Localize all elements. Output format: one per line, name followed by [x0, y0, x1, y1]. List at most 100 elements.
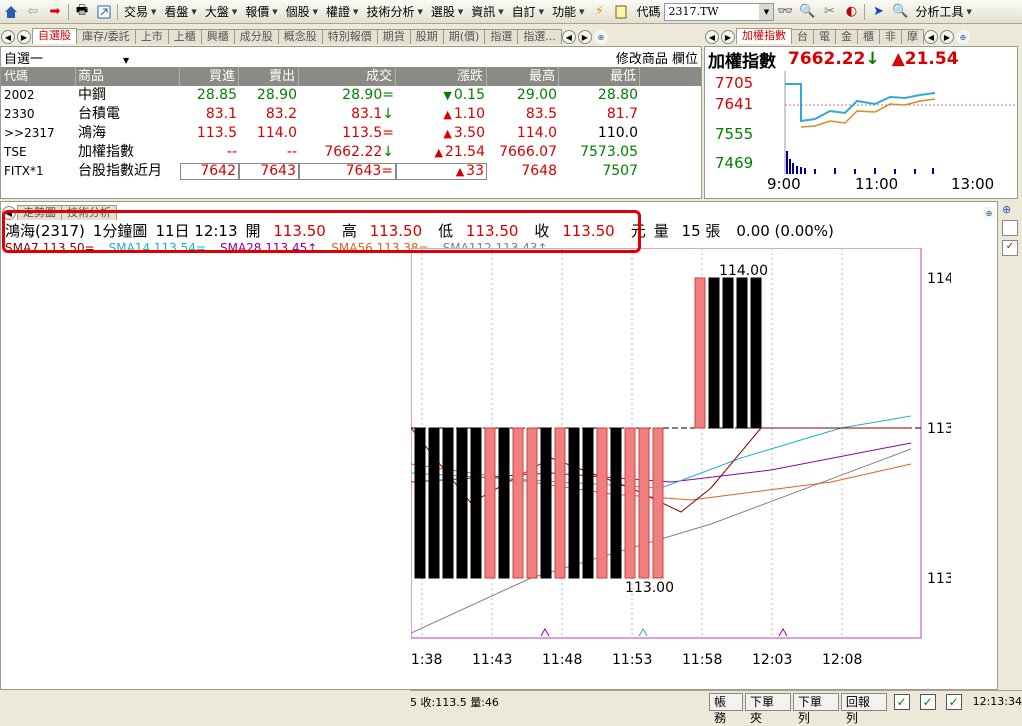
check-icon[interactable]: ✓ — [893, 693, 910, 710]
table-row[interactable]: >>2317 鴻海 113.5 114.0 113.5= ▲ 3.50 114.0 110.0 — [1, 124, 701, 143]
symbol-input[interactable]: 2317.TW ▼ — [664, 2, 775, 21]
table-row[interactable]: FITX*1 台股指數近月 7642 7643 7643= ▲ 33 7648 7507 — [1, 162, 701, 181]
panel-toggle-icon[interactable] — [1002, 220, 1018, 236]
tab-stock-futures[interactable]: 股期 — [409, 29, 444, 44]
menu-info[interactable]: 資訊 ▼ — [467, 2, 507, 22]
lightning-icon[interactable]: ⚡ — [589, 2, 609, 22]
menu-warrant[interactable]: 權證 ▼ — [322, 2, 362, 22]
analysis-icon[interactable]: 🔍 — [890, 2, 910, 22]
table-row[interactable]: 2330 台積電 83.1 83.2 83.1↓ ▲ 1.10 83.5 81.7 — [1, 105, 701, 124]
cursor-icon[interactable]: ➤ — [868, 2, 888, 22]
menu-screener[interactable]: 選股 ▼ — [427, 2, 467, 22]
column-header[interactable]: 買進 — [180, 67, 239, 86]
notepad-icon[interactable] — [611, 2, 631, 22]
cell-low: 110.0 — [597, 125, 638, 141]
menu-label: 交易 — [124, 5, 149, 19]
tab-special-quote[interactable]: 特別報價 — [321, 29, 378, 44]
print-icon[interactable]: 🖶 — [72, 2, 92, 22]
chart-icon[interactable]: ◐ — [841, 2, 861, 22]
column-header[interactable]: 成交 — [299, 67, 396, 86]
menu-analysis-tools[interactable]: 分析工具 ▼ — [911, 2, 975, 22]
menu-quote[interactable]: 報價 ▼ — [241, 2, 281, 22]
menu-stock[interactable]: 個股 ▼ — [282, 2, 322, 22]
tab-tw[interactable]: 台 — [791, 29, 814, 44]
tab-otc[interactable]: 上櫃 — [167, 29, 202, 44]
candle-bar — [498, 427, 510, 579]
menu-market[interactable]: 大盤 ▼ — [201, 2, 241, 22]
zoom-icon[interactable]: ⊕ — [982, 206, 996, 220]
open-window-icon[interactable] — [94, 2, 114, 22]
tab-inventory[interactable]: 庫存/委託 — [76, 29, 136, 44]
list-selector[interactable]: 自選一 ▼ — [4, 48, 129, 67]
tab-taiex[interactable]: 加權指數 — [736, 28, 792, 44]
tab-watchlist[interactable]: 自選股 — [32, 28, 77, 44]
tab-finance[interactable]: 金 — [835, 29, 858, 44]
tab-index-options[interactable]: 指選 — [484, 29, 519, 44]
home-icon[interactable] — [1, 2, 21, 22]
menu-watch[interactable]: 看盤 ▼ — [160, 2, 200, 22]
menu-custom[interactable]: 自訂 ▼ — [508, 2, 548, 22]
cell-bid: 7642 — [180, 163, 239, 180]
last-value: 28.90 — [342, 87, 383, 103]
back-arrow-icon[interactable]: ⇦ — [23, 2, 43, 22]
check-icon[interactable]: ✓ — [1002, 240, 1018, 256]
x-tick-label: 11:58 — [682, 652, 722, 668]
order-folder-button[interactable]: 下單夾 — [745, 692, 791, 725]
menu-trade[interactable]: 交易 ▼ — [120, 2, 160, 22]
table-row[interactable]: 2002 中鋼 28.85 28.90 28.90= ▼ 0.15 29.00 28.80 — [1, 86, 701, 105]
tab-concept[interactable]: 概念股 — [277, 29, 323, 44]
tab-scroll-left-icon[interactable]: ◀ — [705, 30, 719, 44]
change-arrow-icon: ▲ — [443, 108, 452, 121]
tab-listed[interactable]: 上市 — [134, 29, 169, 44]
tab-scroll-right-icon[interactable]: ▶ — [940, 30, 954, 44]
tick-mark: = — [382, 125, 394, 141]
tab-electronics[interactable]: 電 — [813, 29, 836, 44]
column-header[interactable]: 代碼 — [1, 67, 76, 86]
tab-scroll-right-icon[interactable]: ▶ — [17, 30, 31, 44]
cell-high: 114.0 — [516, 125, 557, 141]
dropdown-icon[interactable]: ▼ — [759, 3, 774, 20]
tab-index-options-more[interactable]: 指選... — [517, 29, 562, 44]
column-header[interactable]: 賣出 — [239, 67, 299, 86]
edit-items-button[interactable]: 修改商品 — [616, 52, 668, 67]
check-icon[interactable]: ✓ — [945, 693, 962, 710]
zoom-icon[interactable]: ⊕ — [956, 30, 970, 44]
tab-msci[interactable]: 摩 — [901, 29, 924, 44]
tab-scroll-right-icon[interactable]: ▶ — [577, 30, 592, 44]
forward-arrow-icon[interactable]: ➡ — [45, 2, 65, 22]
column-header[interactable]: 漲跌 — [396, 67, 487, 86]
binoculars-icon[interactable]: 👓 — [775, 2, 795, 22]
column-header[interactable]: 最低 — [559, 67, 640, 86]
menu-label: 功能 — [552, 5, 577, 19]
tools-icon[interactable]: ✂ — [819, 2, 839, 22]
last-value: 7643 — [345, 163, 382, 179]
tab-futures[interactable]: 期貨 — [376, 29, 411, 44]
check-icon[interactable]: ✓ — [919, 693, 936, 710]
account-button[interactable]: 帳務 — [709, 692, 744, 725]
search-icon[interactable]: 🔍 — [797, 2, 817, 22]
column-header[interactable]: 最高 — [487, 67, 559, 86]
menu-technical[interactable]: 技術分析 ▼ — [362, 2, 426, 22]
menu-functions[interactable]: 功能 ▼ — [548, 2, 588, 22]
y-tick: 7641 — [715, 95, 753, 113]
tab-scroll-left-icon[interactable]: ◀ — [561, 30, 576, 44]
zoom-icon[interactable]: ⊕ — [1002, 203, 1018, 216]
cell-change: ▲ 1.10 — [396, 105, 487, 124]
tab-scroll-left-icon[interactable]: ◀ — [924, 30, 938, 44]
report-bar-button[interactable]: 回報列 — [840, 692, 887, 725]
column-header[interactable]: 商品 — [76, 67, 180, 86]
tab-emerging[interactable]: 興櫃 — [200, 29, 235, 44]
tab-components[interactable]: 成分股 — [233, 29, 279, 44]
zoom-icon[interactable]: ⊕ — [593, 30, 608, 44]
tab-scroll-left-icon[interactable]: ◀ — [1, 30, 15, 44]
order-bar-button[interactable]: 下單列 — [792, 692, 839, 725]
cell-code: FITX*1 — [4, 164, 44, 178]
tab-futures-price[interactable]: 期(價) — [442, 29, 486, 44]
tab-scroll-right-icon[interactable]: ▶ — [721, 30, 735, 44]
tab-otc-index[interactable]: 櫃 — [857, 29, 880, 44]
down-arrow-icon: ↓ — [865, 49, 880, 69]
table-row[interactable]: TSE 加權指數 -- -- 7662.22↓ ▲ 21.54 7666.07 7573.05 — [1, 143, 701, 162]
volume-value: 15 張 — [681, 222, 721, 240]
fields-button[interactable]: 欄位 — [672, 52, 698, 67]
tab-non-finance[interactable]: 非 — [879, 29, 902, 44]
